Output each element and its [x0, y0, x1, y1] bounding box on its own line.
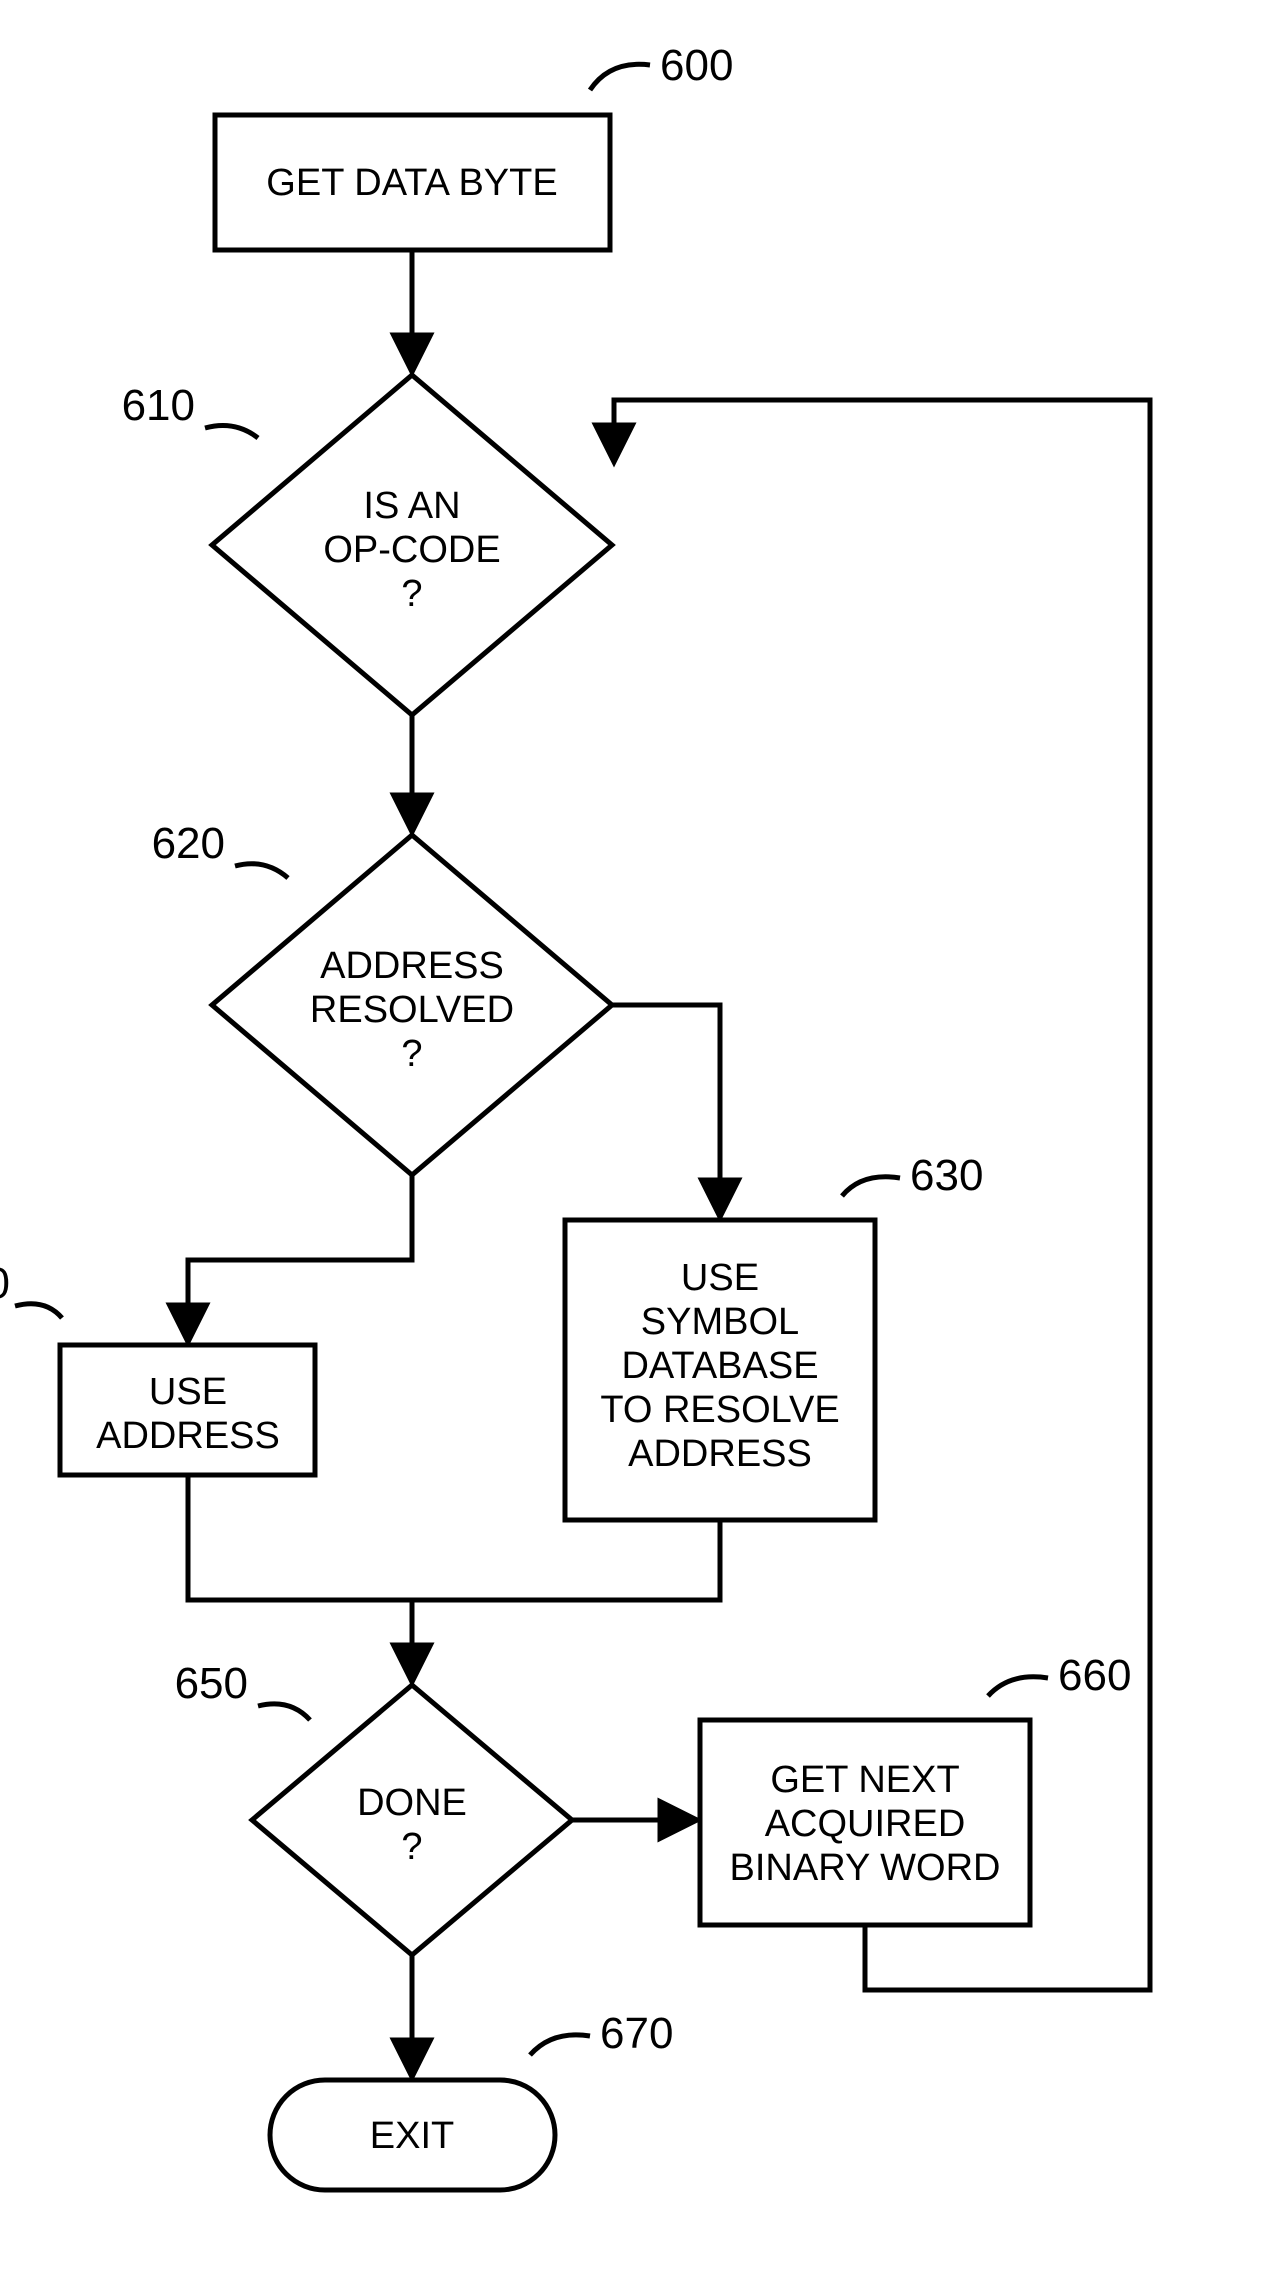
node-660-l2: ACQUIRED	[765, 1803, 966, 1845]
node-620: ADDRESS RESOLVED ? 620	[152, 819, 612, 1175]
node-640-l1: USE	[149, 1371, 227, 1413]
node-670-label: 670	[600, 2009, 673, 2058]
node-650-label: 650	[175, 1659, 248, 1708]
node-640-l2: ADDRESS	[96, 1415, 280, 1457]
node-620-l2: RESOLVED	[310, 989, 514, 1031]
node-610-l3: ?	[401, 573, 422, 615]
node-630: USE SYMBOL DATABASE TO RESOLVE ADDRESS 6…	[565, 1151, 983, 1520]
node-620-l3: ?	[401, 1033, 422, 1075]
node-610-l1: IS AN	[363, 485, 460, 527]
node-650: DONE ? 650	[175, 1659, 572, 1955]
node-620-label: 620	[152, 819, 225, 868]
edge-630-join	[412, 1520, 720, 1600]
node-640-label: 640	[0, 1259, 10, 1308]
edge-620-630	[612, 1005, 720, 1215]
node-610: IS AN OP-CODE ? 610	[122, 375, 612, 715]
node-600: GET DATA BYTE 600	[215, 41, 733, 250]
edge-620-640	[188, 1175, 412, 1340]
node-660-label: 660	[1058, 1651, 1131, 1700]
node-630-l5: ADDRESS	[628, 1433, 812, 1475]
node-600-text: GET DATA BYTE	[266, 162, 557, 204]
node-650-l2: ?	[401, 1826, 422, 1868]
node-610-label: 610	[122, 381, 195, 430]
node-670-text: EXIT	[370, 2115, 454, 2157]
node-630-l1: USE	[681, 1257, 759, 1299]
node-630-l3: DATABASE	[621, 1345, 818, 1387]
node-600-label: 600	[660, 41, 733, 90]
node-640: USE ADDRESS 640	[0, 1259, 315, 1475]
node-630-l4: TO RESOLVE	[600, 1389, 839, 1431]
node-620-l1: ADDRESS	[320, 945, 504, 987]
node-660-l3: BINARY WORD	[730, 1847, 1001, 1889]
flowchart: GET DATA BYTE 600 IS AN OP-CODE ? 610 AD…	[0, 0, 1286, 2274]
node-660: GET NEXT ACQUIRED BINARY WORD 660	[700, 1651, 1131, 1925]
node-630-l2: SYMBOL	[641, 1301, 799, 1343]
node-610-l2: OP-CODE	[323, 529, 500, 571]
node-630-label: 630	[910, 1151, 983, 1200]
node-670: EXIT 670	[270, 2009, 673, 2190]
edge-640-650	[188, 1475, 412, 1680]
node-660-l1: GET NEXT	[770, 1759, 959, 1801]
node-650-l1: DONE	[357, 1782, 467, 1824]
